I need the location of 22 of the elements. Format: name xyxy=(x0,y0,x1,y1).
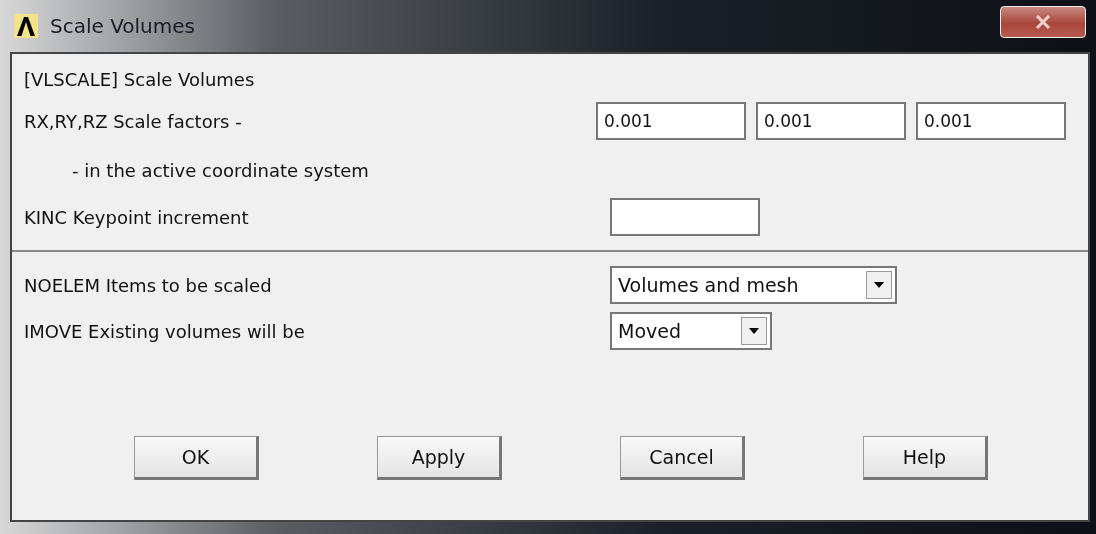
close-button[interactable] xyxy=(1000,6,1086,38)
dialog-button[interactable]: Cancel xyxy=(620,436,745,480)
dialog-button[interactable]: Help xyxy=(863,436,988,480)
window-title: Scale Volumes xyxy=(50,14,195,38)
field-label: NOELEM Items to be scaled xyxy=(24,274,273,296)
field-label: RX,RY,RZ Scale factors - xyxy=(24,110,243,132)
field-label: KINC Keypoint increment xyxy=(24,206,250,228)
input-field[interactable]: 0.001 xyxy=(596,102,746,140)
input-field[interactable] xyxy=(610,198,760,236)
dialog-button[interactable]: Apply xyxy=(377,436,502,480)
dropdown[interactable]: Moved xyxy=(610,312,772,350)
caret-icon xyxy=(749,328,759,334)
field-note: - in the active coordinate system xyxy=(71,159,370,181)
dialog-heading: [VLSCALE] Scale Volumes xyxy=(24,68,255,90)
dropdown[interactable]: Volumes and mesh xyxy=(610,266,897,304)
input-field[interactable]: 0.001 xyxy=(916,102,1066,140)
dialog-button[interactable]: OK xyxy=(134,436,259,480)
input-field[interactable]: 0.001 xyxy=(756,102,906,140)
app-logo-icon xyxy=(14,14,38,38)
close-icon xyxy=(1035,15,1051,29)
field-label: IMOVE Existing volumes will be xyxy=(24,320,306,342)
caret-icon xyxy=(874,282,884,288)
